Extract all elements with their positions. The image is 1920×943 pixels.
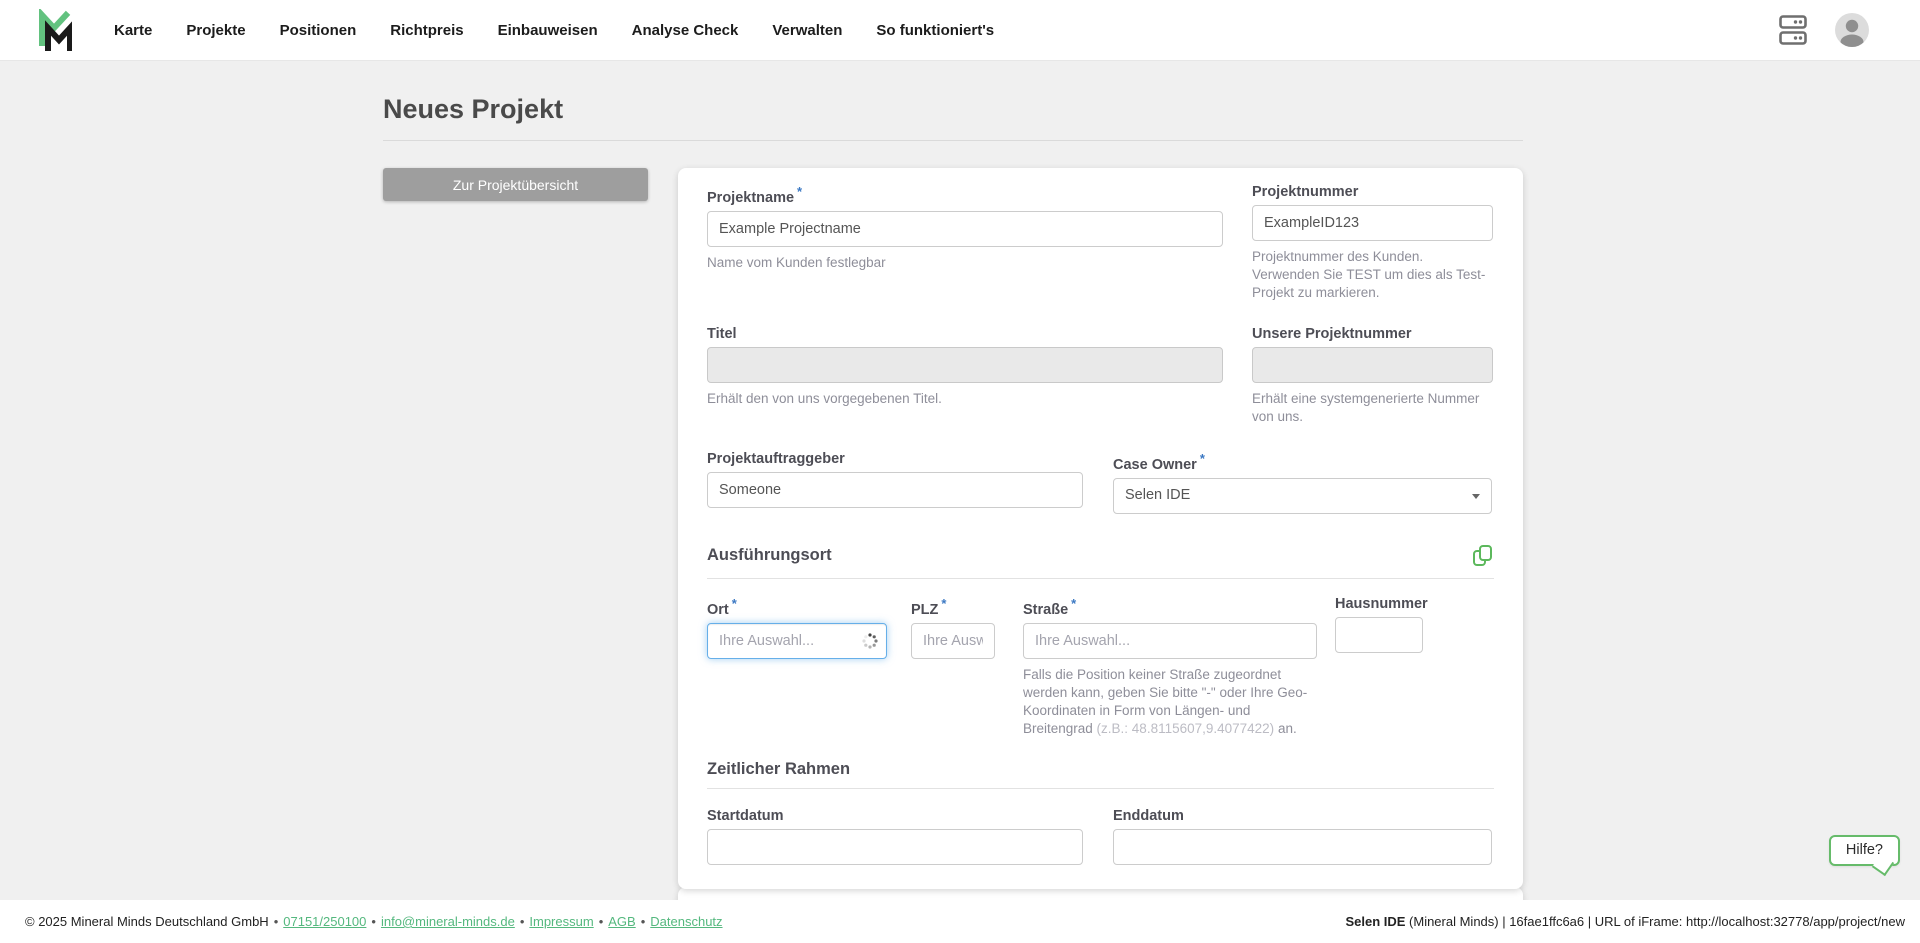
case-owner-selected-value: Selen IDE: [1125, 487, 1190, 503]
footer-copyright: © 2025 Mineral Minds Deutschland GmbH: [25, 914, 269, 929]
hausnummer-input[interactable]: [1335, 617, 1423, 653]
user-avatar-icon[interactable]: [1835, 13, 1869, 47]
form-row-titel-unsere-nummer: Titel Erhält den von uns vorgegebenen Ti…: [707, 325, 1494, 426]
form-row-address: Ort* PLZ*: [707, 595, 1494, 739]
nav-item-karte[interactable]: Karte: [114, 22, 152, 39]
section-zeitlicher-rahmen: Zeitlicher Rahmen: [707, 761, 1494, 789]
nav-right-icons: [1778, 13, 1920, 47]
field-plz: PLZ*: [911, 595, 995, 739]
page-header: Neues Projekt: [383, 94, 1523, 141]
field-ort: Ort*: [707, 595, 887, 739]
footer-user-name: Selen IDE: [1345, 914, 1405, 929]
projektauftraggeber-label: Projektauftraggeber: [707, 450, 1083, 468]
unsere-projektnummer-input: [1252, 347, 1493, 383]
back-to-project-overview-button[interactable]: Zur Projektübersicht: [383, 168, 648, 201]
field-enddatum: Enddatum: [1113, 807, 1492, 865]
projektname-input[interactable]: [707, 211, 1223, 247]
titel-help: Erhält den von uns vorgegebenen Titel.: [707, 390, 1223, 408]
loading-spinner-icon: [862, 633, 878, 649]
projektname-help: Name vom Kunden festlegbar: [707, 254, 1223, 272]
projektnummer-label: Projektnummer: [1252, 183, 1493, 201]
footer: © 2025 Mineral Minds Deutschland GmbH • …: [0, 900, 1920, 943]
strasse-help-example: (z.B.: 48.8115607,9.4077422): [1097, 721, 1275, 736]
field-unsere-projektnummer: Unsere Projektnummer Erhält eine systemg…: [1252, 325, 1493, 426]
enddatum-label: Enddatum: [1113, 807, 1492, 825]
unsere-projektnummer-help: Erhält eine systemgenerierte Nummer von …: [1252, 390, 1493, 426]
server-stack-icon[interactable]: [1778, 13, 1808, 47]
footer-session-details: (Mineral Minds) | 16fae1ffc6a6 | URL of …: [1405, 914, 1905, 929]
required-asterisk: *: [1200, 451, 1205, 466]
new-project-form-card: Projektname* Name vom Kunden festlegbar …: [678, 168, 1523, 889]
titel-input: [707, 347, 1223, 383]
footer-separator: •: [371, 914, 376, 929]
field-projektnummer: Projektnummer Projektnummer des Kunden. …: [1252, 183, 1493, 303]
footer-link-agb[interactable]: AGB: [608, 914, 635, 929]
chevron-down-icon: [1472, 494, 1480, 499]
nav-item-positionen[interactable]: Positionen: [280, 22, 357, 39]
footer-link-email[interactable]: info@mineral-minds.de: [381, 914, 515, 929]
projektname-label: Projektname*: [707, 183, 1223, 207]
enddatum-input[interactable]: [1113, 829, 1492, 865]
footer-separator: •: [274, 914, 279, 929]
case-owner-select[interactable]: Selen IDE: [1113, 478, 1492, 514]
nav-item-analyse-check[interactable]: Analyse Check: [632, 22, 739, 39]
projektauftraggeber-input[interactable]: [707, 472, 1083, 508]
footer-separator: •: [641, 914, 646, 929]
ausfuehrungsort-title: Ausführungsort: [707, 547, 832, 564]
field-strasse: Straße* Falls die Position keiner Straße…: [1023, 595, 1317, 739]
startdatum-label: Startdatum: [707, 807, 1083, 825]
ort-label: Ort*: [707, 595, 887, 619]
form-row-name-number: Projektname* Name vom Kunden festlegbar …: [707, 183, 1494, 303]
hausnummer-label: Hausnummer: [1335, 595, 1423, 613]
projektnummer-input[interactable]: [1252, 205, 1493, 241]
titel-label: Titel: [707, 325, 1223, 343]
startdatum-input[interactable]: [707, 829, 1083, 865]
strasse-help: Falls die Position keiner Straße zugeord…: [1023, 666, 1317, 739]
page: Karte Projekte Positionen Richtpreis Ein…: [0, 0, 1920, 943]
page-title: Neues Projekt: [383, 94, 1523, 141]
required-asterisk: *: [732, 596, 737, 611]
nav-item-so-funktionierts[interactable]: So funktioniert's: [876, 22, 994, 39]
help-button[interactable]: Hilfe?: [1829, 835, 1900, 866]
projektnummer-help: Projektnummer des Kunden. Verwenden Sie …: [1252, 248, 1493, 303]
footer-separator: •: [599, 914, 604, 929]
duplicate-location-icon[interactable]: [1472, 544, 1494, 568]
footer-link-phone[interactable]: 07151/250100: [283, 914, 366, 929]
required-asterisk: *: [797, 184, 802, 199]
footer-session-info: Selen IDE (Mineral Minds) | 16fae1ffc6a6…: [1345, 914, 1905, 929]
nav-item-projekte[interactable]: Projekte: [186, 22, 245, 39]
nav-item-richtpreis[interactable]: Richtpreis: [390, 22, 463, 39]
footer-link-impressum[interactable]: Impressum: [529, 914, 593, 929]
top-navbar: Karte Projekte Positionen Richtpreis Ein…: [0, 0, 1920, 61]
field-projektauftraggeber: Projektauftraggeber: [707, 450, 1083, 514]
nav-item-einbauweisen[interactable]: Einbauweisen: [498, 22, 598, 39]
strasse-input[interactable]: [1023, 623, 1317, 659]
required-asterisk: *: [941, 596, 946, 611]
plz-label: PLZ*: [911, 595, 995, 619]
zeitlicher-rahmen-title: Zeitlicher Rahmen: [707, 761, 850, 778]
section-ausfuehrungsort: Ausführungsort: [707, 544, 1494, 579]
field-titel: Titel Erhält den von uns vorgegebenen Ti…: [707, 325, 1223, 426]
nav-item-verwalten[interactable]: Verwalten: [772, 22, 842, 39]
ort-input[interactable]: [707, 623, 887, 659]
field-projektname: Projektname* Name vom Kunden festlegbar: [707, 183, 1223, 303]
footer-link-datenschutz[interactable]: Datenschutz: [650, 914, 722, 929]
mineral-minds-logo-icon[interactable]: [38, 9, 72, 51]
footer-separator: •: [520, 914, 525, 929]
footer-left: © 2025 Mineral Minds Deutschland GmbH • …: [25, 914, 723, 929]
strasse-label: Straße*: [1023, 595, 1317, 619]
unsere-projektnummer-label: Unsere Projektnummer: [1252, 325, 1493, 343]
plz-input[interactable]: [911, 623, 995, 659]
nav-menu: Karte Projekte Positionen Richtpreis Ein…: [114, 22, 994, 39]
field-hausnummer: Hausnummer: [1335, 595, 1423, 739]
form-row-dates: Startdatum Enddatum: [707, 807, 1494, 865]
field-case-owner: Case Owner* Selen IDE: [1113, 450, 1492, 514]
required-asterisk: *: [1071, 596, 1076, 611]
field-startdatum: Startdatum: [707, 807, 1083, 865]
form-row-auftraggeber-owner: Projektauftraggeber Case Owner* Selen ID…: [707, 450, 1494, 514]
case-owner-label: Case Owner*: [1113, 450, 1492, 474]
